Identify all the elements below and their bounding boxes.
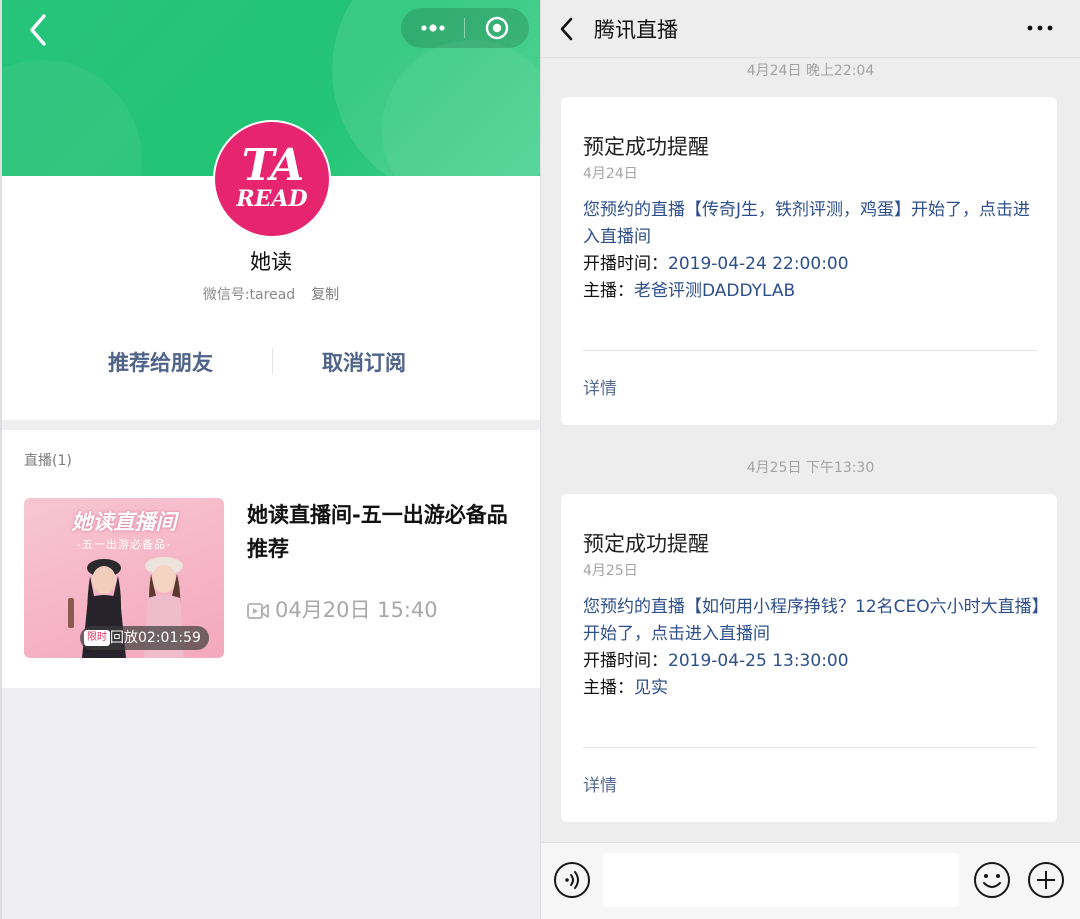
start-time-label: 开播时间： [583, 651, 668, 671]
more-functions-icon[interactable] [1027, 861, 1065, 899]
capsule-divider [464, 18, 465, 38]
thumbnail-title: 她读直播间 [71, 510, 177, 534]
replay-duration: 回放02:01:59 [110, 630, 201, 646]
message-input[interactable] [603, 853, 959, 907]
notification-body: 您预约的直播【传奇J生，铁剂评测，鸡蛋】开始了，点击进入直播间 开播时间：201… [583, 197, 1043, 305]
host-value: 老爸评测DADDYLAB [634, 281, 796, 301]
replay-badge: 限时 回放02:01:59 [80, 626, 209, 650]
start-time-value: 2019-04-24 22:00:00 [668, 254, 849, 274]
live-thumbnail[interactable]: 她读直播间 -五一出游必备品- 限时 回放02:01:59 [24, 498, 224, 658]
notification-card[interactable]: 预定成功提醒 4月24日 您预约的直播【传奇J生，铁剂评测，鸡蛋】开始了，点击进… [561, 97, 1057, 425]
action-divider [272, 348, 273, 374]
service-notification-chat-panel: 腾讯直播 4月24日 晚上22:04 预定成功提醒 4月24日 您预约的直播【传… [541, 0, 1080, 919]
chat-input-bar [541, 842, 1080, 919]
host-value: 见实 [634, 678, 668, 698]
video-camera-icon [247, 603, 269, 619]
live-section: 直播(1) 她读直播间 -五一出游必备品- 限时 回放02:01:59 她读直播… [2, 430, 540, 688]
start-time-row: 开播时间：2019-04-24 22:00:00 [583, 251, 1043, 278]
close-mini-program-icon[interactable] [485, 16, 509, 40]
notification-card[interactable]: 预定成功提醒 4月25日 您预约的直播【如何用小程序挣钱？12名CEO六小时大直… [561, 494, 1057, 822]
notification-date: 4月24日 [583, 166, 638, 182]
live-item-time: 04月20日 15:40 [275, 598, 438, 622]
live-section-heading: 直播(1) [24, 453, 72, 469]
unsubscribe-button[interactable]: 取消订阅 [322, 347, 406, 377]
live-item-title[interactable]: 她读直播间-五一出游必备品推荐 [247, 498, 522, 566]
host-label: 主播： [583, 281, 634, 301]
recommend-to-friend-button[interactable]: 推荐给朋友 [108, 347, 213, 377]
message-timestamp: 4月24日 晚上22:04 [746, 63, 875, 79]
limited-time-tag: 限时 [84, 630, 110, 646]
chat-title: 腾讯直播 [594, 18, 678, 42]
emoji-icon[interactable] [973, 861, 1011, 899]
logo-text-ta: TA [241, 140, 304, 191]
start-time-label: 开播时间： [583, 254, 668, 274]
details-link[interactable]: 详情 [583, 771, 617, 796]
more-options-icon[interactable] [1025, 18, 1055, 38]
host-label: 主播： [583, 678, 634, 698]
account-avatar: TA READ [213, 120, 331, 238]
card-divider [583, 747, 1037, 748]
notification-body: 您预约的直播【如何用小程序挣钱？12名CEO六小时大直播】开始了，点击进入直播间… [583, 594, 1043, 702]
notification-text: 您预约的直播【如何用小程序挣钱？12名CEO六小时大直播】开始了，点击进入直播间 [583, 597, 1041, 644]
notification-date: 4月25日 [583, 563, 638, 579]
official-account-profile-panel: TA READ 她读 微信号:taread 复制 推荐给朋友 取消订阅 直播(1)… [2, 0, 540, 919]
account-name: 她读 [250, 250, 292, 274]
card-divider [583, 350, 1037, 351]
live-item-time-row: 04月20日 15:40 [247, 594, 438, 624]
logo-text-read: READ [236, 186, 308, 212]
notification-title: 预定成功提醒 [583, 532, 709, 556]
back-icon[interactable] [24, 12, 54, 48]
voice-input-icon[interactable] [553, 861, 591, 899]
start-time-value: 2019-04-25 13:30:00 [668, 651, 849, 671]
chat-nav-bar: 腾讯直播 [541, 0, 1080, 58]
host-row: 主播：老爸评测DADDYLAB [583, 278, 1043, 305]
wechat-id: 微信号:taread [202, 287, 296, 303]
details-link[interactable]: 详情 [583, 374, 617, 399]
more-options-icon[interactable] [419, 16, 447, 40]
mini-program-capsule [401, 8, 529, 48]
message-timestamp: 4月25日 下午13:30 [746, 460, 875, 476]
host-row: 主播：见实 [583, 675, 1043, 702]
copy-button[interactable]: 复制 [311, 287, 339, 303]
notification-title: 预定成功提醒 [583, 135, 709, 159]
start-time-row: 开播时间：2019-04-25 13:30:00 [583, 648, 1043, 675]
wechat-id-row: 微信号:taread 复制 [2, 284, 540, 304]
notification-text: 您预约的直播【传奇J生，铁剂评测，鸡蛋】开始了，点击进入直播间 [583, 200, 1031, 247]
back-icon[interactable] [557, 16, 577, 42]
